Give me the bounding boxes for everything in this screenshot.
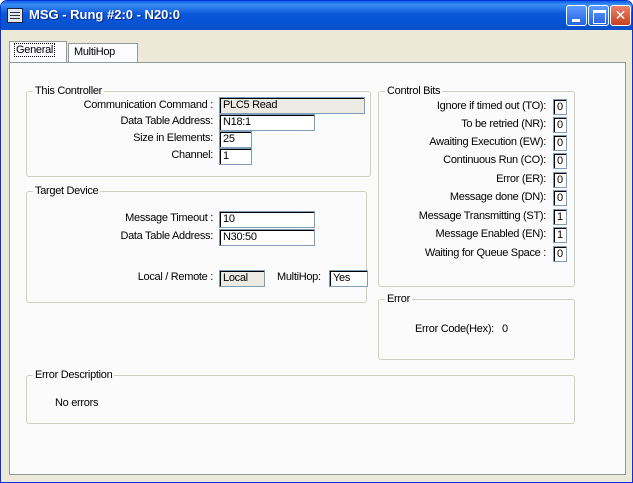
error-group: Error Error Code(Hex): 0 <box>378 293 575 360</box>
data-table-address-label: Data Table Address: <box>120 115 213 127</box>
communication-command-field[interactable]: PLC5 Read <box>219 97 365 114</box>
channel-label: Channel: <box>171 149 213 161</box>
close-button[interactable] <box>610 5 631 26</box>
channel-field[interactable]: 1 <box>219 148 252 165</box>
bit-label-en: Message Enabled (EN): <box>435 228 547 240</box>
window-app-icon <box>7 8 23 23</box>
this-controller-group: This Controller Communication Command : … <box>26 85 371 177</box>
multihop-field[interactable]: Yes <box>329 270 368 287</box>
bit-field-co[interactable]: 0 <box>553 153 567 169</box>
tab-general-label: General <box>13 43 56 57</box>
bit-field-er[interactable]: 0 <box>553 172 567 188</box>
bit-label-dn: Message done (DN): <box>449 191 546 203</box>
tab-panel-general: This Controller Communication Command : … <box>9 62 626 475</box>
bit-label-st: Message Transmitting (ST): <box>418 210 547 222</box>
local-remote-label: Local / Remote : <box>137 271 214 283</box>
local-remote-field[interactable]: Local <box>219 270 265 287</box>
bit-field-ew[interactable]: 0 <box>553 135 567 151</box>
bit-label-co: Continuous Run (CO): <box>443 154 546 166</box>
control-bits-title: Control Bits <box>385 85 443 97</box>
target-device-group: Target Device Message Timeout : 10 Data … <box>26 185 368 303</box>
message-timeout-field[interactable]: 10 <box>219 211 315 228</box>
bit-field-to[interactable]: 0 <box>553 99 567 115</box>
bit-label-nr: To be retried (NR): <box>461 118 546 130</box>
tab-general[interactable]: General <box>9 41 67 62</box>
bit-field-en[interactable]: 1 <box>553 227 567 243</box>
bit-label-to: Ignore if timed out (TO): <box>436 100 546 112</box>
multihop-label: MultiHop: <box>277 271 321 283</box>
bit-field-st[interactable]: 1 <box>553 209 567 225</box>
data-table-address-field[interactable]: N18:1 <box>219 114 315 131</box>
target-data-table-address-field[interactable]: N30:50 <box>219 229 315 246</box>
error-code-value: 0 <box>502 323 508 335</box>
error-description-text: No errors <box>55 397 99 409</box>
communication-command-label: Communication Command : <box>83 99 214 111</box>
title-bar[interactable]: MSG - Rung #2:0 - N20:0 <box>1 1 632 30</box>
control-bits-group: Control Bits Ignore if timed out (TO): 0… <box>378 85 575 287</box>
error-description-title: Error Description <box>33 369 115 381</box>
bit-label-er: Error (ER): <box>496 173 546 185</box>
size-in-elements-label: Size in Elements: <box>133 132 213 144</box>
bit-field-nr[interactable]: 0 <box>553 117 567 133</box>
minimize-button[interactable] <box>566 5 587 26</box>
bit-label-queue: Waiting for Queue Space : <box>424 247 546 259</box>
message-timeout-label: Message Timeout : <box>125 212 213 224</box>
error-code-label: Error Code(Hex): <box>415 323 494 335</box>
target-device-title: Target Device <box>33 185 101 197</box>
bit-field-dn[interactable]: 0 <box>553 190 567 206</box>
bit-field-queue[interactable]: 0 <box>553 246 567 262</box>
tab-multihop-label: MultiHop <box>74 46 116 58</box>
error-description-group: Error Description No errors <box>26 369 575 424</box>
tab-multihop[interactable]: MultiHop <box>68 43 138 62</box>
size-in-elements-field[interactable]: 25 <box>219 131 252 148</box>
maximize-button[interactable] <box>588 5 609 26</box>
window-title: MSG - Rung #2:0 - N20:0 <box>29 7 180 22</box>
target-data-table-address-label: Data Table Address: <box>120 230 213 242</box>
bit-label-ew: Awaiting Execution (EW): <box>429 136 546 148</box>
this-controller-title: This Controller <box>33 85 105 97</box>
msg-window: MSG - Rung #2:0 - N20:0 General MultiHop… <box>0 0 633 483</box>
error-title: Error <box>385 293 412 305</box>
